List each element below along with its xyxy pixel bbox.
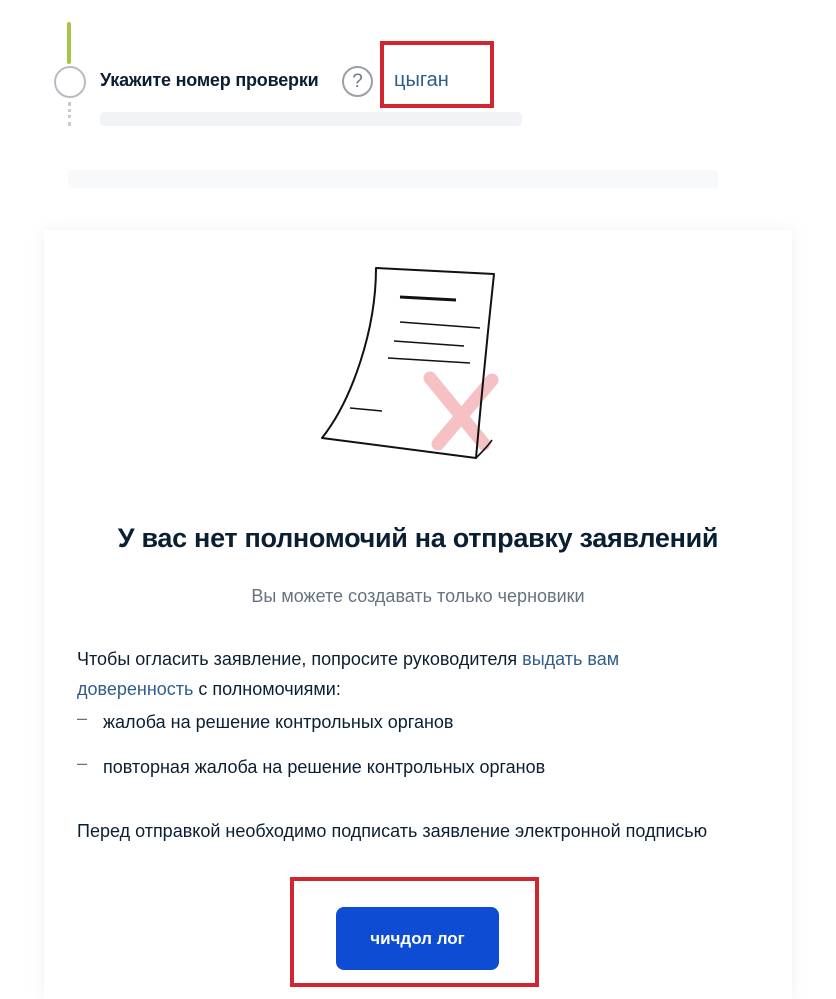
instruction-prefix: Чтобы огласить заявление, попросите руко…	[77, 649, 523, 669]
step-dotted-line	[68, 102, 71, 126]
dash-icon: –	[77, 753, 88, 773]
highlight-box-button	[290, 877, 539, 987]
card-subtitle: Вы можете создавать только черновики	[251, 586, 585, 606]
highlight-box-value	[380, 41, 494, 108]
list-item-label: повторная жалоба на решение контрольных …	[103, 757, 546, 777]
step-indicator-circle	[54, 66, 86, 98]
permission-list: – жалоба на решение контрольных органов …	[77, 708, 737, 800]
rejected-document-icon	[321, 267, 499, 459]
card-title: У вас нет полномочий на отправку заявлен…	[117, 523, 719, 553]
step-progress-line	[67, 22, 71, 64]
signature-note: Перед отправкой необходимо подписать зая…	[77, 821, 708, 841]
list-item: – повторная жалоба на решение контрольны…	[77, 753, 737, 800]
step-label: Укажите номер проверки	[100, 70, 319, 90]
faded-placeholder-bar	[100, 112, 522, 126]
help-icon[interactable]: ?	[342, 66, 373, 97]
dash-icon: –	[77, 708, 88, 728]
faded-divider	[68, 170, 718, 188]
list-item: – жалоба на решение контрольных органов	[77, 708, 737, 755]
instruction-suffix: с полномочиями:	[193, 679, 341, 699]
list-item-label: жалоба на решение контрольных органов	[103, 712, 454, 732]
page: Укажите номер проверки ? цыган У вас нет…	[0, 0, 836, 999]
instruction-text: Чтобы огласить заявление, попросите руко…	[77, 644, 717, 704]
